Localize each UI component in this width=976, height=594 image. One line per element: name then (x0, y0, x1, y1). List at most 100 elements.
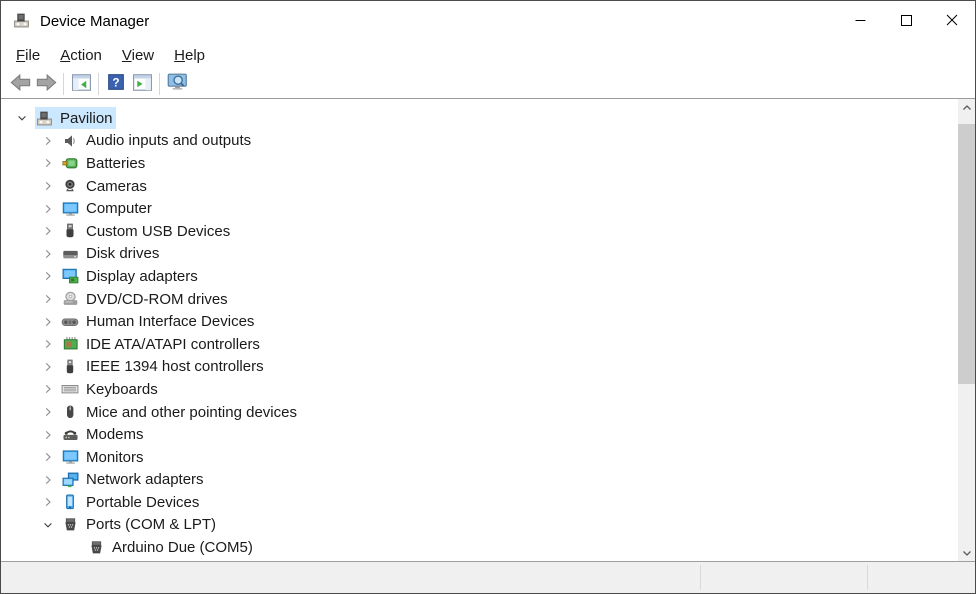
firewire-icon (61, 359, 79, 375)
forward-button[interactable] (33, 72, 59, 96)
toolbar-separator (63, 73, 64, 95)
tree-item-label: Arduino Due (COM5) (112, 539, 253, 556)
tree-item[interactable]: Network adapters (61, 469, 207, 491)
scroll-down-button[interactable] (958, 544, 975, 561)
chevron-right-icon[interactable] (35, 336, 61, 352)
tree-item[interactable]: Disk drives (61, 243, 162, 265)
title-bar: Device Manager (1, 1, 975, 41)
tree-row: Disk drives (1, 243, 975, 266)
device-tree: Pavilion Audio inputs and outputs Batterie… (1, 99, 975, 559)
usb-icon (61, 223, 79, 239)
tree-row: Pavilion (1, 107, 975, 130)
chevron-right-icon[interactable] (35, 178, 61, 194)
chevron-right-icon[interactable] (35, 223, 61, 239)
chevron-right-icon[interactable] (35, 427, 61, 443)
tree-item[interactable]: Audio inputs and outputs (61, 130, 254, 152)
tree-row: Keyboards (1, 378, 975, 401)
vertical-scrollbar[interactable] (958, 99, 975, 561)
status-bar (1, 562, 975, 593)
tree-item-label: Mice and other pointing devices (86, 404, 297, 421)
tree-item[interactable]: IEEE 1394 host controllers (61, 356, 267, 378)
tree-row: IDE ATA/ATAPI controllers (1, 333, 975, 356)
maximize-button[interactable] (883, 1, 929, 41)
show-action-pane-button[interactable] (129, 72, 155, 96)
tree-item[interactable]: Cameras (61, 175, 150, 197)
chevron-right-icon[interactable] (35, 381, 61, 397)
tree-row: Arduino Due (COM5) (1, 536, 975, 559)
tree-item[interactable]: Computer (61, 198, 155, 220)
chevron-right-icon[interactable] (35, 201, 61, 217)
tree-item[interactable]: Human Interface Devices (61, 311, 257, 333)
menu-action[interactable]: Action (50, 44, 112, 67)
tree-row: Monitors (1, 446, 975, 469)
tree-item-label: Disk drives (86, 245, 159, 262)
maximize-icon (901, 14, 912, 29)
status-bar-divider (867, 565, 868, 590)
tree-item-label: Audio inputs and outputs (86, 132, 251, 149)
forward-arrow-icon (36, 74, 57, 94)
back-button[interactable] (7, 72, 33, 96)
help-icon: ? (107, 73, 125, 94)
tree-item[interactable]: Modems (61, 424, 147, 446)
tree-item[interactable]: Monitors (61, 446, 147, 468)
tree-item-label: Ports (COM & LPT) (86, 516, 216, 533)
tree-item[interactable]: IDE ATA/ATAPI controllers (61, 333, 263, 355)
scrollbar-thumb[interactable] (958, 124, 975, 384)
chevron-right-icon[interactable] (35, 291, 61, 307)
chevron-right-icon[interactable] (35, 359, 61, 375)
chevron-right-icon[interactable] (35, 449, 61, 465)
chevron-down-icon[interactable] (35, 517, 61, 533)
tree-item[interactable]: Keyboards (61, 378, 161, 400)
tree-item-label: IEEE 1394 host controllers (86, 358, 264, 375)
device-manager-icon (35, 110, 53, 126)
tree-item-label: Display adapters (86, 268, 198, 285)
tree-item-label: Human Interface Devices (86, 313, 254, 330)
tree-row: Computer (1, 197, 975, 220)
tree-row: Batteries (1, 152, 975, 175)
menu-help[interactable]: Help (164, 44, 215, 67)
back-arrow-icon (10, 74, 31, 94)
chevron-right-icon[interactable] (35, 155, 61, 171)
gamepad-icon (61, 314, 79, 330)
help-button[interactable]: ? (103, 72, 129, 96)
tree-item-label: Modems (86, 426, 144, 443)
chevron-right-icon[interactable] (35, 404, 61, 420)
scroll-up-button[interactable] (958, 99, 975, 116)
chevron-down-icon[interactable] (9, 110, 35, 126)
minimize-button[interactable] (837, 1, 883, 41)
scan-hardware-changes-button[interactable] (164, 72, 190, 96)
tree-item-label: Batteries (86, 155, 145, 172)
close-button[interactable] (929, 1, 975, 41)
tree-item[interactable]: Mice and other pointing devices (61, 401, 300, 423)
menu-file[interactable]: File (6, 44, 50, 67)
tree-row: Cameras (1, 175, 975, 198)
chevron-right-icon[interactable] (35, 472, 61, 488)
tree-item[interactable]: DVD/CD-ROM drives (61, 288, 231, 310)
monitor-icon (61, 449, 79, 465)
device-manager-window: Device Manager FileActionViewHelp ? Pavi… (0, 0, 976, 594)
mouse-icon (61, 404, 79, 420)
tree-item[interactable]: Ports (COM & LPT) (61, 514, 219, 536)
chevron-right-icon[interactable] (35, 133, 61, 149)
tree-item[interactable]: Custom USB Devices (61, 220, 233, 242)
show-console-tree-button[interactable] (68, 72, 94, 96)
tree-row: Human Interface Devices (1, 310, 975, 333)
tree-item[interactable]: Pavilion (35, 107, 116, 129)
menu-view[interactable]: View (112, 44, 164, 67)
ide-controller-icon (61, 336, 79, 352)
action-pane-icon (133, 74, 152, 94)
chevron-right-icon[interactable] (35, 268, 61, 284)
chevron-spacer (61, 540, 87, 556)
chevron-right-icon[interactable] (35, 314, 61, 330)
modem-icon (61, 427, 79, 443)
tree-item[interactable]: Portable Devices (61, 491, 202, 513)
tree-item[interactable]: Display adapters (61, 265, 201, 287)
chevron-right-icon[interactable] (35, 494, 61, 510)
tree-item-label: Keyboards (86, 381, 158, 398)
chevron-right-icon[interactable] (35, 246, 61, 262)
tree-row: DVD/CD-ROM drives (1, 288, 975, 311)
tree-row: Custom USB Devices (1, 220, 975, 243)
tree-item[interactable]: Arduino Due (COM5) (87, 537, 256, 559)
tree-item-label: Pavilion (60, 110, 113, 127)
tree-item[interactable]: Batteries (61, 152, 148, 174)
